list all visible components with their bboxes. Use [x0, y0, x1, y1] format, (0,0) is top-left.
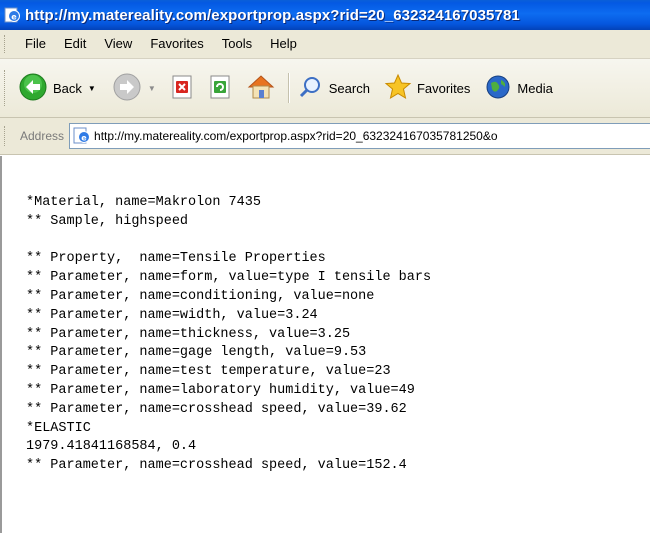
content-line: ** Parameter, name=conditioning, value=n…: [26, 288, 375, 304]
toolbar-grip[interactable]: [4, 70, 8, 106]
content-line: ** Parameter, name=laboratory humidity, …: [26, 382, 415, 398]
media-globe-icon: [484, 73, 512, 104]
media-label: Media: [517, 80, 553, 96]
content-line: [26, 232, 650, 251]
svg-text:e: e: [81, 133, 87, 142]
back-dropdown-icon[interactable]: ▼: [88, 84, 96, 93]
back-button[interactable]: Back ▼: [18, 72, 96, 105]
home-button[interactable]: [246, 73, 276, 104]
content-line: ** Property, name=Tensile Properties: [26, 251, 326, 267]
search-icon: [298, 74, 324, 103]
address-label: Address: [20, 129, 65, 143]
search-label: Search: [328, 80, 370, 96]
menu-view[interactable]: View: [95, 34, 141, 54]
menu-tools[interactable]: Tools: [213, 34, 261, 54]
back-arrow-icon: [18, 72, 48, 105]
back-label: Back: [53, 80, 82, 96]
content-line: ** Parameter, name=gage length, value=9.…: [26, 345, 367, 361]
address-grip[interactable]: [4, 126, 8, 146]
page-globe-icon: e: [73, 127, 91, 145]
forward-dropdown-icon[interactable]: ▼: [148, 84, 156, 93]
address-bar: Address e http://my.matereality.com/expo…: [0, 118, 650, 155]
menu-edit[interactable]: Edit: [55, 34, 95, 54]
title-bar[interactable]: e http://my.matereality.com/exportprop.a…: [0, 0, 650, 30]
content-line: ** Parameter, name=width, value=3.24: [26, 307, 318, 323]
window-title: http://my.matereality.com/exportprop.asp…: [25, 6, 520, 24]
forward-button[interactable]: ▼: [112, 72, 156, 105]
ie-page-icon: e: [3, 6, 21, 24]
refresh-button[interactable]: [208, 74, 234, 103]
menu-favorites[interactable]: Favorites: [141, 34, 212, 54]
favorites-button[interactable]: Favorites: [384, 73, 470, 104]
page-content: *Material, name=Makrolon 7435 ** Sample,…: [0, 156, 650, 533]
content-line: *Material, name=Makrolon 7435: [26, 195, 261, 210]
home-icon: [246, 73, 276, 104]
content-line: ** Parameter, name=test temperature, val…: [26, 364, 391, 380]
content-line: ** Parameter, name=form, value=type I te…: [26, 270, 432, 286]
svg-text:e: e: [11, 13, 17, 22]
search-button[interactable]: Search: [298, 74, 370, 103]
menu-help[interactable]: Help: [261, 34, 306, 54]
content-line: *ELASTIC: [26, 420, 91, 436]
address-value: http://my.matereality.com/exportprop.asp…: [94, 129, 498, 143]
refresh-icon: [208, 74, 234, 103]
media-button[interactable]: Media: [484, 73, 553, 104]
favorites-star-icon: [384, 73, 412, 104]
content-line: 1979.41841168584, 0.4: [26, 439, 197, 455]
address-input[interactable]: e http://my.matereality.com/exportprop.a…: [69, 123, 650, 149]
content-line: ** Parameter, name=thickness, value=3.25: [26, 326, 351, 342]
standard-toolbar: Back ▼ ▼ Search Favorites Media: [0, 59, 650, 118]
menu-bar: File Edit View Favorites Tools Help: [0, 30, 650, 59]
content-line: ** Sample, highspeed: [26, 213, 189, 229]
text-document: *Material, name=Makrolon 7435 ** Sample,…: [2, 156, 650, 476]
content-line: ** Parameter, name=crosshead speed, valu…: [26, 458, 407, 474]
stop-icon: [170, 74, 196, 103]
toolbar-separator: [287, 73, 290, 103]
forward-arrow-icon: [112, 72, 142, 105]
menu-file[interactable]: File: [16, 34, 55, 54]
content-line: ** Parameter, name=crosshead speed, valu…: [26, 401, 407, 417]
favorites-label: Favorites: [416, 80, 471, 96]
menu-grip[interactable]: [4, 35, 8, 53]
stop-button[interactable]: [170, 74, 196, 103]
